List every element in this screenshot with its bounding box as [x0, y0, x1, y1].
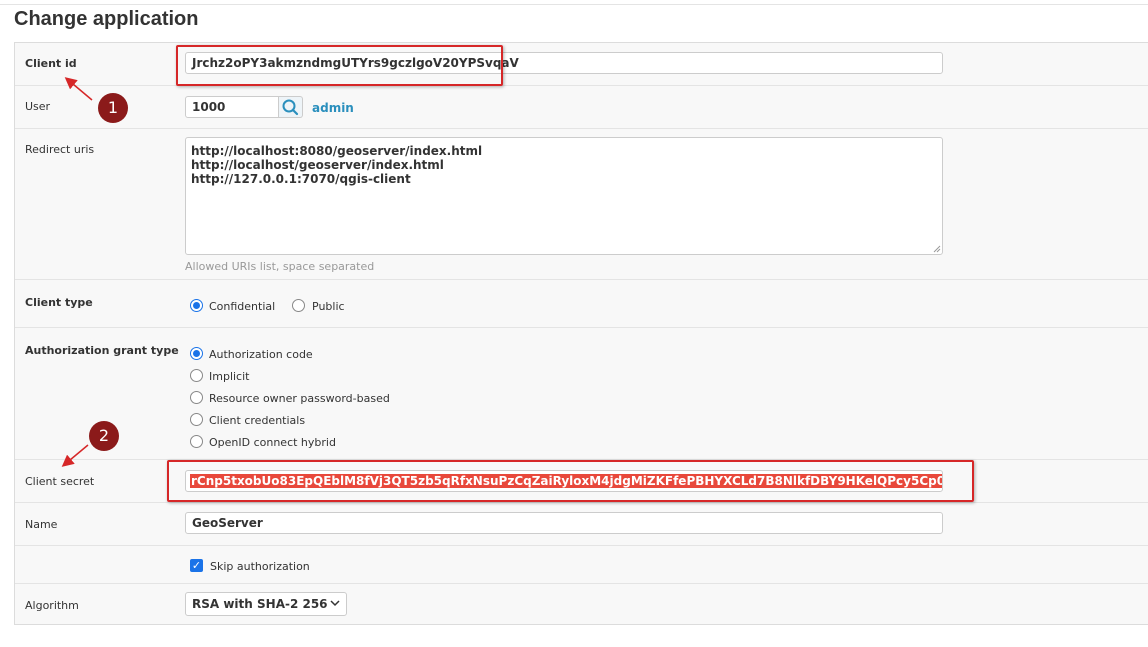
annotation-marker-1: 1	[98, 93, 128, 123]
annotation-arrows	[61, 77, 93, 467]
annotation-arrow-1	[64, 77, 93, 101]
annotation-marker-2: 2	[89, 421, 119, 451]
annotation-arrow-2	[61, 444, 89, 467]
